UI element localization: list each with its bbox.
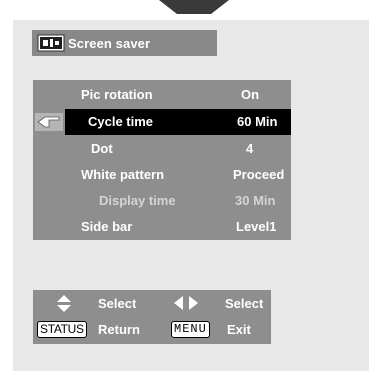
side-bar-label: Side bar xyxy=(81,219,133,234)
select-horizontal-text: Select xyxy=(225,296,264,311)
screen-saver-icon xyxy=(37,34,65,52)
up-down-arrows-icon xyxy=(57,295,71,312)
page-title: Screen saver xyxy=(68,35,151,51)
white-pattern-label: White pattern xyxy=(81,167,165,182)
osd-panel: Screen saver Pic rotation On Cycle time … xyxy=(13,20,369,371)
side-bar-value: Level1 xyxy=(236,219,277,234)
help-bar: Select Select STATUS Return MENU Exit xyxy=(33,290,271,344)
cycle-time-value: 60 Min xyxy=(237,114,278,129)
select-vertical-text: Select xyxy=(98,296,137,311)
title-bar: Screen saver xyxy=(32,30,217,56)
status-key: STATUS xyxy=(37,321,87,338)
cycle-time-label: Cycle time xyxy=(88,114,154,129)
menu-row-dot[interactable]: Dot 4 xyxy=(33,136,291,162)
left-right-arrows-icon xyxy=(174,296,198,310)
pic-rotation-label: Pic rotation xyxy=(81,87,153,102)
menu-row-pic-rotation[interactable]: Pic rotation On xyxy=(33,82,291,108)
display-time-value: 30 Min xyxy=(235,193,276,208)
down-arrow-indicator-icon xyxy=(159,0,229,14)
exit-text: Exit xyxy=(227,322,251,337)
menu-row-display-time[interactable]: Display time 30 Min xyxy=(33,188,291,214)
dot-label: Dot xyxy=(91,141,113,156)
dot-value: 4 xyxy=(246,141,254,156)
hand-pointer-icon xyxy=(35,113,63,131)
display-time-label: Display time xyxy=(99,193,176,208)
menu-row-white-pattern[interactable]: White pattern Proceed xyxy=(33,162,291,188)
menu-key: MENU xyxy=(171,321,210,338)
white-pattern-value: Proceed xyxy=(233,167,285,182)
return-text: Return xyxy=(98,322,140,337)
pic-rotation-value: On xyxy=(241,87,260,102)
settings-menu: Pic rotation On Cycle time 60 Min Dot 4 … xyxy=(33,80,291,240)
menu-row-side-bar[interactable]: Side bar Level1 xyxy=(33,214,291,240)
menu-row-cycle-time[interactable]: Cycle time 60 Min xyxy=(33,109,291,135)
